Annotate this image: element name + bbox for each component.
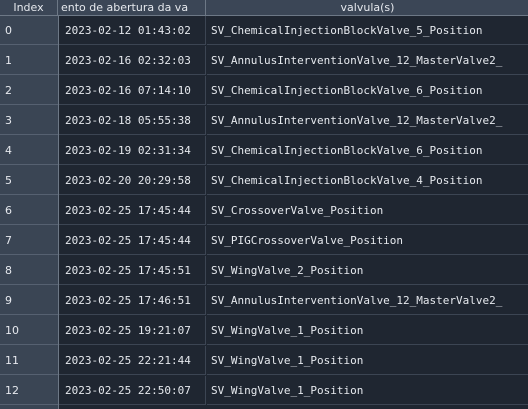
valve-cell[interactable]: SV_WingValve_1_Position <box>207 316 528 345</box>
valve-cell[interactable]: SV_ChemicalInjectionBlockValve_4_Positio… <box>207 166 528 195</box>
column-header-index[interactable]: Index <box>0 0 58 15</box>
table-row[interactable]: 7 2023-02-25 17:45:44 SV_PIGCrossoverValve… <box>0 226 528 256</box>
opening-time-cell[interactable]: 2023-02-20 20:29:58 <box>59 166 206 195</box>
row-index-cell[interactable]: 2 <box>0 76 58 105</box>
table-row[interactable]: 11 2023-02-25 22:21:44 SV_WingValve_1_Posi… <box>0 346 528 376</box>
column-header-valves[interactable]: valvula(s) <box>207 0 528 15</box>
table-row[interactable]: 8 2023-02-25 17:45:51 SV_WingValve_2_Posit… <box>0 256 528 286</box>
row-index-cell[interactable]: 11 <box>0 346 58 375</box>
valve-cell[interactable]: SV_AnnulusInterventionValve_12_MasterVal… <box>207 286 528 315</box>
row-index-cell[interactable]: 10 <box>0 316 58 345</box>
opening-time-cell[interactable]: 2023-02-18 05:55:38 <box>59 106 206 135</box>
table-row[interactable]: 0 2023-02-12 01:43:02 SV_ChemicalInjection… <box>0 16 528 46</box>
table-row[interactable]: 6 2023-02-25 17:45:44 SV_CrossoverValve_Po… <box>0 196 528 226</box>
valve-cell[interactable]: SV_PIGCrossoverValve_Position <box>207 226 528 255</box>
opening-time-cell[interactable]: 2023-02-25 22:50:07 <box>59 376 206 405</box>
table-row[interactable]: 5 2023-02-20 20:29:58 SV_ChemicalInjection… <box>0 166 528 196</box>
row-index-cell[interactable]: 4 <box>0 136 58 165</box>
table-row[interactable]: 9 2023-02-25 17:46:51 SV_AnnulusInterventi… <box>0 286 528 316</box>
table-row[interactable]: 2 2023-02-16 07:14:10 SV_ChemicalInjection… <box>0 76 528 106</box>
row-index-cell[interactable]: 8 <box>0 256 58 285</box>
valve-cell[interactable]: SV_ChemicalInjectionBlockValve_6_Positio… <box>207 136 528 165</box>
row-index-cell[interactable]: 5 <box>0 166 58 195</box>
opening-time-cell[interactable]: 2023-02-19 02:31:34 <box>59 136 206 165</box>
opening-time-cell[interactable]: 2023-02-16 07:14:10 <box>59 76 206 105</box>
data-table: Index ento de abertura da va valvula(s) … <box>0 0 528 409</box>
opening-time-cell[interactable]: 2023-02-25 22:21:44 <box>59 346 206 375</box>
valve-cell[interactable]: SV_CrossoverValve_Position <box>207 196 528 225</box>
row-index-cell[interactable]: 3 <box>0 106 58 135</box>
row-index-cell[interactable]: 1 <box>0 46 58 75</box>
valve-cell[interactable]: SV_WingValve_2_Position <box>207 256 528 285</box>
valve-cell[interactable]: SV_AnnulusInterventionValve_12_MasterVal… <box>207 106 528 135</box>
opening-time-cell[interactable]: 2023-02-25 17:45:51 <box>59 256 206 285</box>
opening-time-cell[interactable]: 2023-02-16 02:32:03 <box>59 46 206 75</box>
table-row[interactable]: 3 2023-02-18 05:55:38 SV_AnnulusInterventi… <box>0 106 528 136</box>
opening-time-cell[interactable]: 2023-02-12 01:43:02 <box>59 16 206 45</box>
table-row[interactable]: 10 2023-02-25 19:21:07 SV_WingValve_1_Posi… <box>0 316 528 346</box>
valve-cell[interactable]: SV_WingValve_1_Position <box>207 346 528 375</box>
table-row[interactable]: 1 2023-02-16 02:32:03 SV_AnnulusInterventi… <box>0 46 528 76</box>
valve-cell[interactable]: SV_ChemicalInjectionBlockValve_5_Positio… <box>207 16 528 45</box>
opening-time-cell[interactable]: 2023-02-25 19:21:07 <box>59 316 206 345</box>
row-index-cell[interactable]: 0 <box>0 16 58 45</box>
table-row[interactable]: 12 2023-02-25 22:50:07 SV_WingValve_1_Posi… <box>0 376 528 406</box>
valve-cell[interactable]: SV_WingValve_1_Position <box>207 376 528 405</box>
opening-time-cell[interactable]: 2023-02-25 17:45:44 <box>59 196 206 225</box>
column-header-opening-time[interactable]: ento de abertura da va <box>59 0 206 15</box>
valve-cell[interactable]: SV_AnnulusInterventionValve_12_MasterVal… <box>207 46 528 75</box>
table-row[interactable]: 4 2023-02-19 02:31:34 SV_ChemicalInjection… <box>0 136 528 166</box>
row-index-cell[interactable]: 6 <box>0 196 58 225</box>
opening-time-cell[interactable]: 2023-02-25 17:46:51 <box>59 286 206 315</box>
valve-cell[interactable]: SV_ChemicalInjectionBlockValve_6_Positio… <box>207 76 528 105</box>
table-header: Index ento de abertura da va valvula(s) <box>0 0 528 16</box>
opening-time-cell[interactable]: 2023-02-25 17:45:44 <box>59 226 206 255</box>
row-index-cell[interactable]: 12 <box>0 376 58 405</box>
row-index-cell[interactable]: 9 <box>0 286 58 315</box>
row-index-cell[interactable]: 7 <box>0 226 58 255</box>
